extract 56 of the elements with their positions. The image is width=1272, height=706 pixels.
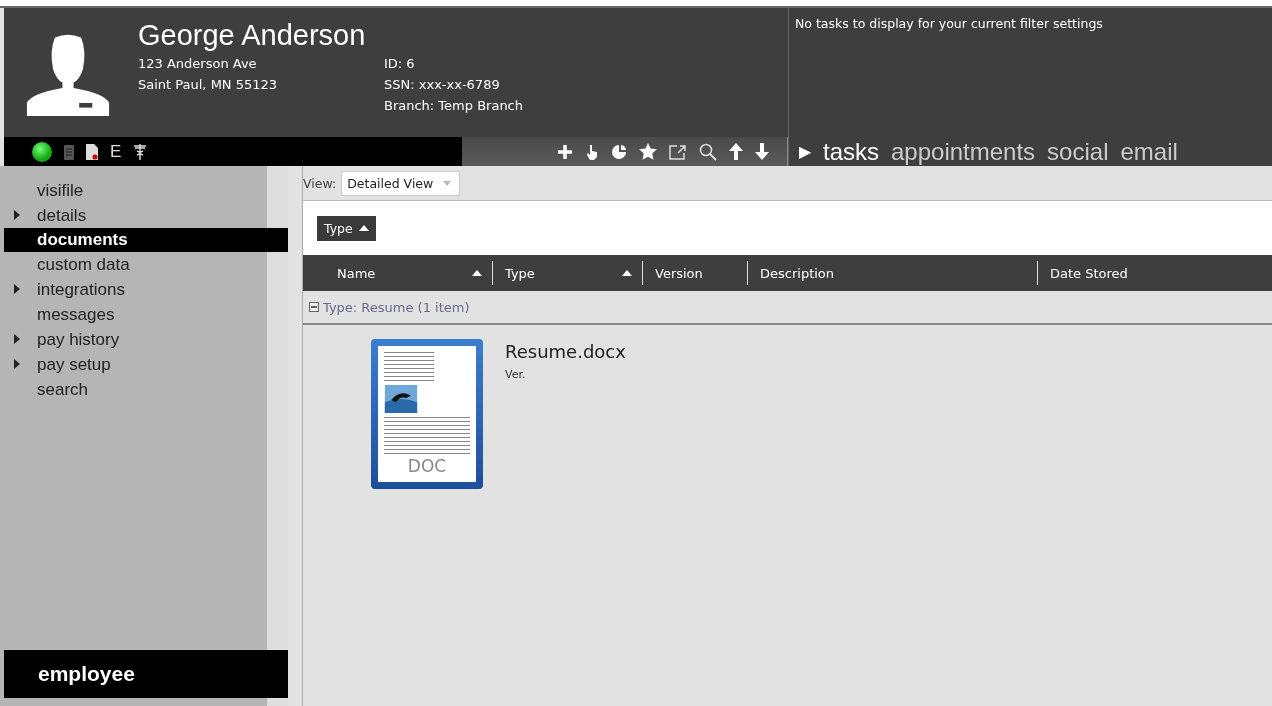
notepad-icon[interactable] [64,143,74,160]
tabs-arrow[interactable]: ▶ [799,142,811,161]
sort-arrow-icon[interactable] [358,225,369,231]
tasks-message: No tasks to display for your current filter settings [794,15,1104,33]
external-link-icon[interactable] [669,143,687,160]
document-icon[interactable] [86,143,98,160]
group-by-chip[interactable]: Type [317,215,376,241]
document-name[interactable]: Resume.docx [505,341,626,362]
collapse-icon[interactable] [309,302,319,312]
status-dot-icon[interactable] [32,141,52,162]
employee-name: George Anderson [138,18,367,52]
sidebar-label: documents [37,230,128,249]
view-label: View: [303,175,337,191]
pie-chart-icon[interactable] [611,143,627,160]
sidebar-label: visifile [37,181,84,200]
expand-arrow-icon[interactable] [14,210,20,220]
address-line: 123 Anderson Ave [138,55,258,73]
column-header[interactable]: Description [748,261,1038,285]
sort-arrow-icon[interactable] [472,270,482,276]
group-label: Type: Resume (1 item) [323,299,470,315]
sidebar-label: details [37,206,87,225]
pointing-hand-icon[interactable] [585,143,599,160]
document-version: Ver. [505,368,527,381]
employee-letter-icon[interactable]: E [110,141,122,162]
profile-field: ID: 6 [384,53,594,74]
expand-arrow-icon[interactable] [14,359,20,369]
address-line: Saint Paul, MN 55123 [138,76,279,94]
sidebar-label: integrations [37,280,125,299]
star-icon[interactable] [639,143,657,160]
module-label: employee [4,650,288,698]
caduceus-icon[interactable] [133,143,148,160]
sidebar-label: messages [37,305,115,324]
profile-field: Branch: Temp Branch [384,95,594,116]
sort-arrow-icon[interactable] [622,270,632,276]
word-document-icon[interactable]: DOC [371,339,483,489]
down-arrow-icon[interactable] [755,143,769,160]
up-arrow-icon[interactable] [729,143,743,160]
panel-tab[interactable]: email [1120,137,1178,166]
panel-tab[interactable]: appointments [891,137,1036,166]
column-header[interactable]: Type [493,261,643,285]
sidebar-label: custom data [37,255,130,274]
column-header[interactable]: Version [643,261,748,285]
sidebar-label: pay history [37,330,120,349]
add-icon[interactable] [557,143,573,160]
sidebar-label: search [37,380,89,399]
column-header[interactable]: Name [303,261,493,285]
sidebar-label: pay setup [37,355,111,374]
column-header[interactable]: Date Stored [1038,261,1272,285]
panel-tab[interactable]: tasks [823,137,879,166]
expand-arrow-icon[interactable] [14,284,20,294]
view-dropdown[interactable]: Detailed View [341,170,461,196]
sidebar-item[interactable]: documents [4,228,288,252]
profile-field: SSN: xxx-xx-6789 [384,74,594,95]
search-icon[interactable] [699,142,717,161]
expand-arrow-icon[interactable] [14,334,20,344]
panel-tab[interactable]: social [1047,137,1109,166]
